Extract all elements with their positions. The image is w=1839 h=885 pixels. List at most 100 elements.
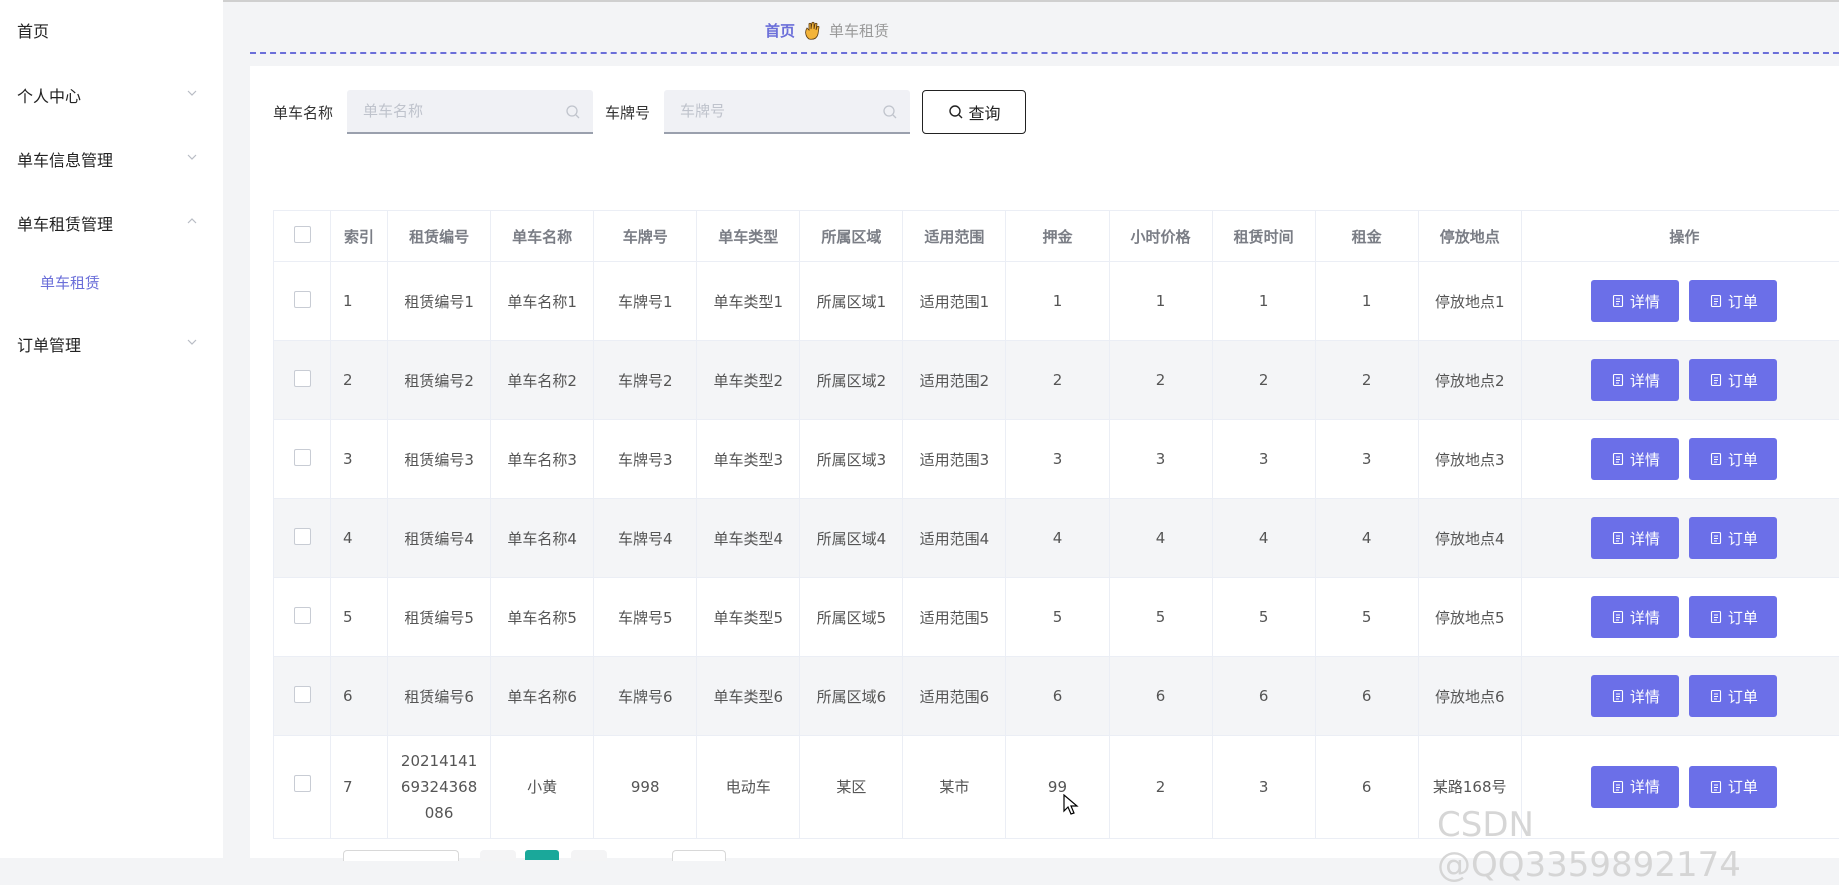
sidebar-item-personal-center[interactable]: 个人中心	[0, 75, 223, 115]
detail-button[interactable]: 详情	[1591, 438, 1679, 480]
table-cell: 4	[1212, 499, 1315, 578]
table-cell: 1	[1315, 262, 1418, 341]
breadcrumb-current: 单车租赁	[829, 20, 889, 41]
rental-table: 索引 租赁编号 单车名称 车牌号 单车类型 所属区域 适用范围 押金 小时价格 …	[273, 210, 1839, 839]
chevron-up-icon	[185, 214, 199, 228]
table-cell: 单车类型4	[697, 499, 800, 578]
query-button[interactable]: 查询	[922, 90, 1026, 134]
search-icon	[948, 104, 964, 120]
row-checkbox[interactable]	[294, 775, 311, 792]
prev-page-button[interactable]	[480, 850, 516, 861]
page-jump-input[interactable]	[672, 850, 726, 861]
table-cell: 所属区域6	[800, 657, 903, 736]
table-cell: 3	[1315, 420, 1418, 499]
table-cell: 1	[1109, 262, 1212, 341]
table-cell: 租赁编号1	[388, 262, 491, 341]
table-cell: 停放地点4	[1418, 499, 1521, 578]
table-cell: 3	[1212, 420, 1315, 499]
detail-button[interactable]: 详情	[1591, 517, 1679, 559]
table-cell: 电动车	[697, 736, 800, 839]
detail-button[interactable]: 详情	[1591, 359, 1679, 401]
document-icon	[1709, 610, 1728, 624]
order-button[interactable]: 订单	[1689, 280, 1777, 322]
table-cell: 所属区域4	[800, 499, 903, 578]
table-cell: 单车名称2	[491, 341, 594, 420]
order-button-label: 订单	[1728, 607, 1758, 628]
row-checkbox[interactable]	[294, 607, 311, 624]
order-button[interactable]: 订单	[1689, 596, 1777, 638]
document-icon	[1611, 373, 1630, 387]
table-cell: 单车名称4	[491, 499, 594, 578]
table-row: 1租赁编号1单车名称1车牌号1单车类型1所属区域1适用范围11111停放地点1详…	[274, 262, 1839, 341]
next-page-button[interactable]	[571, 850, 607, 861]
detail-button-label: 详情	[1630, 686, 1660, 707]
column-header: 租赁时间	[1212, 211, 1315, 262]
page-1-button[interactable]	[525, 850, 559, 860]
index-cell: 6	[331, 657, 388, 736]
table-row: 5租赁编号5单车名称5车牌号5单车类型5所属区域5适用范围55555停放地点5详…	[274, 578, 1839, 657]
row-checkbox[interactable]	[294, 370, 311, 387]
table-cell: 6	[1315, 736, 1418, 839]
plate-input[interactable]	[664, 90, 880, 132]
row-checkbox[interactable]	[294, 686, 311, 703]
row-select-cell	[274, 657, 331, 736]
table-cell: 99	[1006, 736, 1109, 839]
sidebar-subitem-bike-rental[interactable]: 单车租赁	[0, 264, 223, 300]
detail-button[interactable]: 详情	[1591, 596, 1679, 638]
order-button-label: 订单	[1728, 528, 1758, 549]
detail-button[interactable]: 详情	[1591, 280, 1679, 322]
bike-name-input[interactable]	[347, 90, 563, 132]
page-size-select[interactable]	[343, 850, 459, 861]
table-cell: 5	[1315, 578, 1418, 657]
sidebar-item-bike-rental[interactable]: 单车租赁管理	[0, 203, 223, 243]
document-icon	[1709, 294, 1728, 308]
table-cell: 某区	[800, 736, 903, 839]
detail-button-label: 详情	[1630, 291, 1660, 312]
row-checkbox[interactable]	[294, 528, 311, 545]
table-cell: 所属区域3	[800, 420, 903, 499]
window-top-border	[0, 0, 1839, 2]
table-cell: 某市	[903, 736, 1006, 839]
index-cell: 5	[331, 578, 388, 657]
table-cell: 单车名称3	[491, 420, 594, 499]
column-header: 所属区域	[800, 211, 903, 262]
index-cell: 4	[331, 499, 388, 578]
table-cell: 所属区域2	[800, 341, 903, 420]
order-button[interactable]: 订单	[1689, 359, 1777, 401]
table-cell: 车牌号6	[594, 657, 697, 736]
table-cell: 4	[1006, 499, 1109, 578]
order-button-label: 订单	[1728, 686, 1758, 707]
sidebar-item-home[interactable]: 首页	[0, 10, 223, 50]
breadcrumb-home[interactable]: 首页	[765, 20, 795, 41]
table-cell: 适用范围1	[903, 262, 1006, 341]
row-checkbox[interactable]	[294, 291, 311, 308]
actions-cell: 详情 订单	[1521, 578, 1839, 657]
row-checkbox[interactable]	[294, 449, 311, 466]
table-cell: 单车名称1	[491, 262, 594, 341]
detail-button[interactable]: 详情	[1591, 766, 1679, 808]
table-cell: 1	[1006, 262, 1109, 341]
plate-label: 车牌号	[605, 102, 650, 123]
document-icon	[1709, 373, 1728, 387]
order-button[interactable]: 订单	[1689, 766, 1777, 808]
search-bar: 单车名称 车牌号 查询	[273, 89, 1026, 135]
table-cell: 租赁编号2	[388, 341, 491, 420]
column-header: 停放地点	[1418, 211, 1521, 262]
order-button[interactable]: 订单	[1689, 438, 1777, 480]
order-button[interactable]: 订单	[1689, 517, 1777, 559]
row-select-cell	[274, 578, 331, 657]
column-header: 索引	[331, 211, 388, 262]
sidebar-item-orders[interactable]: 订单管理	[0, 324, 223, 364]
select-all-checkbox[interactable]	[294, 226, 311, 243]
actions-cell: 详情订单	[1521, 341, 1839, 420]
detail-button[interactable]: 详情	[1591, 675, 1679, 717]
order-button[interactable]: 订单	[1689, 675, 1777, 717]
column-header: 单车类型	[697, 211, 800, 262]
document-icon	[1709, 780, 1728, 794]
chevron-down-icon	[185, 86, 199, 100]
table-cell: 单车类型2	[697, 341, 800, 420]
table-row: 6租赁编号6单车名称6车牌号6单车类型6所属区域6适用范围66666停放地点6详…	[274, 657, 1839, 736]
chevron-down-icon	[185, 150, 199, 164]
table-cell: 停放地点5	[1418, 578, 1521, 657]
sidebar-item-bike-info[interactable]: 单车信息管理	[0, 139, 223, 179]
